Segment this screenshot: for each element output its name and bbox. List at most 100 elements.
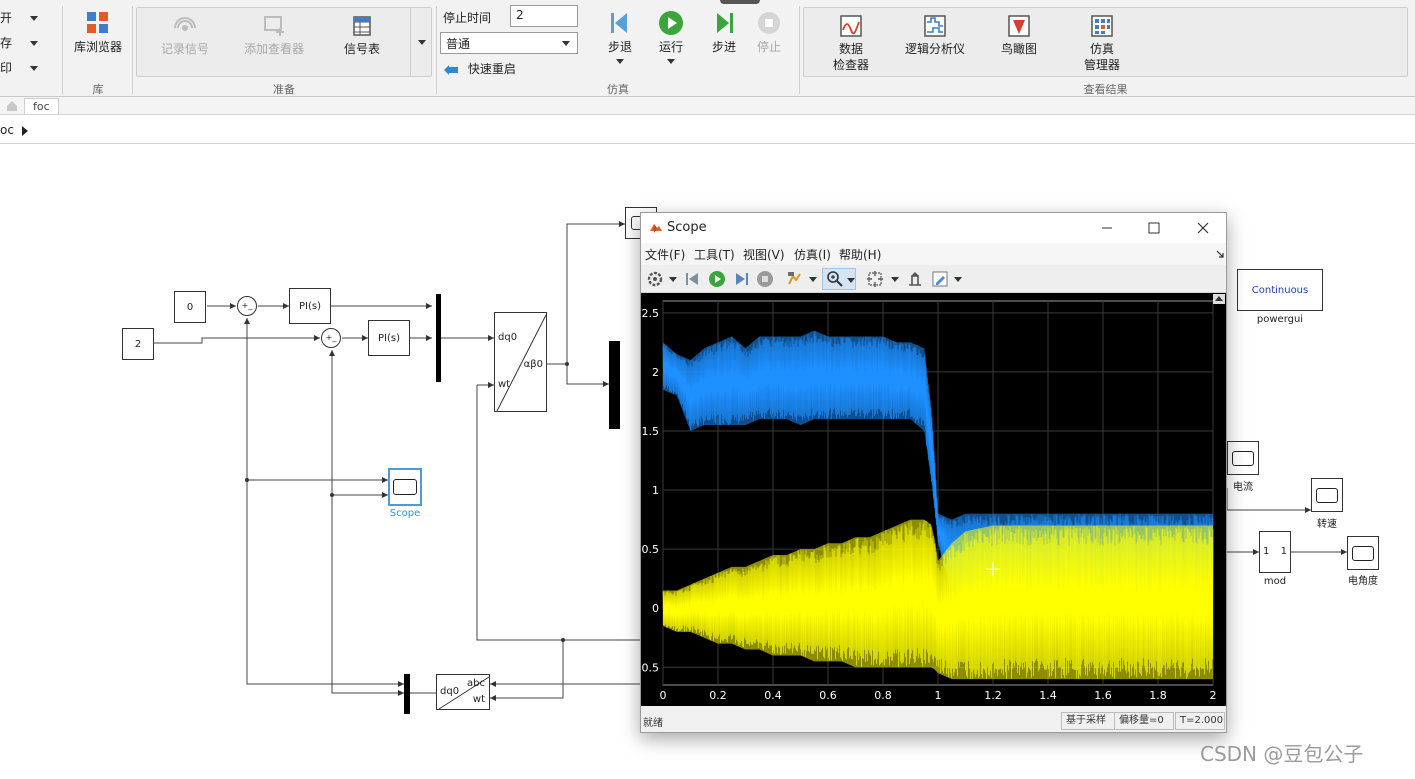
tab-foc[interactable]: foc [24,98,59,114]
step-back-icon[interactable] [684,270,702,288]
menu-simulation[interactable]: 仿真(I) [794,246,831,263]
birds-eye-button[interactable]: 鸟瞰图 [994,14,1044,57]
menu-view[interactable]: 视图(V) [743,246,785,263]
step-back-label: 步退 [607,40,632,54]
signal-table-button[interactable]: 信号表 [336,14,388,57]
scope-current-block[interactable] [1227,441,1259,475]
collapse-legend-icon[interactable] [1213,294,1225,304]
mux-block-2[interactable] [609,341,620,429]
maximize-icon[interactable] [1147,221,1161,235]
highlight-icon[interactable] [786,270,804,288]
step-forward-icon [717,13,733,33]
sim-manager-button[interactable]: 仿真 管理器 [1076,14,1128,73]
print-menu-item[interactable]: 印 [0,59,38,76]
run-button[interactable]: 运行 [652,10,690,64]
mux-block-1[interactable] [436,294,441,382]
scope-window[interactable]: Scope 文件(F) 工具(T) 视图(V) 仿真(I) 帮助(H) 0.5 … [640,212,1227,733]
data-inspector-button[interactable]: 数据 检查器 [826,14,876,73]
menu-help[interactable]: 帮助(H) [839,246,881,263]
breadcrumb-model[interactable]: oc [0,123,14,137]
record-signal-button[interactable]: 记录信号 [150,14,220,57]
stop-time-label: 停止时间 [443,11,492,25]
fit-axes-icon[interactable] [866,270,884,288]
save-menu-item[interactable]: 存 [0,34,38,51]
scope-title: Scope [667,220,707,235]
scope-speed-block[interactable] [1311,478,1343,512]
divider [799,6,800,94]
drag-handle[interactable] [720,0,760,4]
step-forward-button[interactable]: 步进 [706,10,742,55]
constant-block-0[interactable]: 0 [174,291,206,323]
library-browser-button[interactable]: 库浏览器 [70,10,126,55]
home-icon[interactable] [6,100,18,112]
pi-controller-block-2[interactable]: PI(s) [368,320,410,356]
logic-analyzer-button[interactable]: 逻辑分析仪 [900,14,970,57]
pi-label: PI(s) [299,300,321,312]
y-tick-label: 1 [652,484,659,497]
constant-block-2[interactable]: 2 [122,328,154,360]
x-tick-label: 1.2 [984,689,1002,702]
birds-eye-label: 鸟瞰图 [1000,42,1037,56]
zoom-tool-active[interactable] [822,268,856,290]
chevron-down-icon[interactable] [891,277,899,282]
open-menu-item[interactable]: 开 [0,9,38,26]
signal-selector-icon[interactable] [906,270,924,288]
fast-restart-toggle[interactable]: 快速重启 [443,60,516,77]
logic-analyzer-label: 逻辑分析仪 [904,42,965,56]
stop-icon[interactable] [756,270,774,288]
x-tick-label: 1 [935,689,942,702]
powergui-block[interactable]: Continuous [1237,269,1323,311]
sum-block-2[interactable]: +_ [321,328,341,348]
edit-pen-icon[interactable] [931,270,949,288]
stop-time-input[interactable]: 2 [510,5,578,27]
play-icon[interactable] [708,270,726,288]
step-forward-icon[interactable] [732,270,750,288]
step-back-button[interactable]: 步退 [602,10,638,64]
pi-controller-block-1[interactable]: PI(s) [289,288,331,324]
gallery-expand-button[interactable] [410,8,432,76]
table-icon [353,16,371,36]
mod-block[interactable]: 1 1 [1259,531,1291,573]
tab-foc-label: foc [33,100,50,113]
mod-label: mod [1263,576,1287,587]
chevron-down-icon[interactable] [954,277,962,282]
chevron-down-icon[interactable] [669,277,677,282]
scope-angle-block[interactable] [1347,536,1379,570]
minimize-icon[interactable] [1100,221,1114,235]
x-tick-label: 0.8 [874,689,892,702]
sum-block-1[interactable]: +_ [237,296,257,316]
fast-restart-icon [444,64,458,75]
close-icon[interactable] [1196,221,1210,235]
step-forward-label: 步进 [711,40,736,54]
add-viewer-button[interactable]: 添加查看器 [238,14,310,57]
dq0-to-alphabeta-block[interactable]: dq0 wt αβ0 [494,312,547,412]
simulink-window: 开 存 印 库浏览器 库 记录信号 添加查看器 信号表 准备 停止时间 2 普通… [0,0,1415,779]
status-offset: 偏移量=0 [1114,712,1174,730]
x-tick-label: 0.4 [764,689,782,702]
chevron-down-icon[interactable] [809,277,817,282]
stop-button[interactable]: 停止 [752,10,786,55]
chevron-down-icon [667,59,675,64]
sim-mode-select[interactable]: 普通 [440,32,578,54]
gear-icon[interactable] [646,270,664,288]
port-wt: wt [472,694,485,705]
play-icon [659,11,683,35]
powergui-label: powergui [1256,314,1304,325]
demux-block[interactable] [404,674,410,714]
dock-arrow-icon[interactable] [1215,249,1225,259]
chevron-down-icon [847,278,855,283]
scope-title-bar[interactable]: Scope [641,213,1226,243]
scope-block[interactable] [388,468,422,506]
menu-tools[interactable]: 工具(T) [694,246,735,263]
step-back-icon [611,13,627,33]
chevron-down-icon [29,16,38,21]
sim-manager-icon [1091,15,1113,37]
scope-plot-area[interactable]: -0.5 0 0.5 1 1.5 2 2.5 0 0.2 0.4 0.6 0.8 1 1.2 1.4 1.6 1… [641,293,1226,706]
signal-table-label: 信号表 [343,42,380,56]
status-sample-based: 基于采样 [1061,712,1115,730]
abc-to-dq0-block[interactable]: abc wt dq0 [436,674,490,710]
menu-file[interactable]: 文件(F) [645,246,685,263]
open-label: 开 [0,11,13,25]
library-grid-icon [87,12,108,33]
sim-manager-label-2: 管理器 [1083,58,1120,72]
